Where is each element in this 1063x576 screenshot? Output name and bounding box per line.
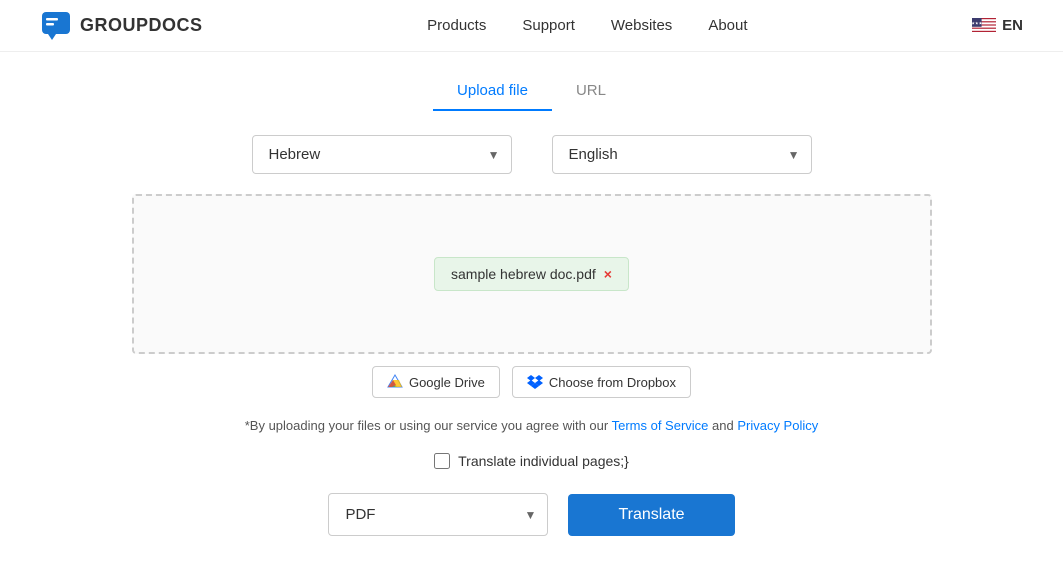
lang-code: EN <box>1002 17 1023 34</box>
terms-text: *By uploading your files or using our se… <box>245 418 819 433</box>
format-select-wrapper: PDF DOCX TXT HTML ▼ <box>328 493 548 536</box>
file-remove-button[interactable]: × <box>604 267 612 281</box>
google-drive-label: Google Drive <box>409 375 485 390</box>
format-select[interactable]: PDF DOCX TXT HTML <box>328 493 548 536</box>
translate-pages-label: Translate individual pages;} <box>458 453 629 469</box>
flag-icon: ★★★ <box>972 18 996 34</box>
dropbox-icon <box>527 374 543 390</box>
tab-upload-file[interactable]: Upload file <box>433 72 552 111</box>
terms-between: and <box>708 418 737 433</box>
translate-button[interactable]: Translate <box>568 494 734 536</box>
nav-websites[interactable]: Websites <box>611 17 672 34</box>
source-language-wrapper: Hebrew English French German Spanish ▼ <box>252 135 512 174</box>
tab-url[interactable]: URL <box>552 72 630 111</box>
nav-support[interactable]: Support <box>522 17 575 34</box>
file-name: sample hebrew doc.pdf <box>451 266 596 282</box>
translate-pages-checkbox[interactable] <box>434 453 450 469</box>
language-selector[interactable]: ★★★ EN <box>972 17 1023 34</box>
logo-text: GROUPDOCS <box>80 15 203 36</box>
logo-area: GROUPDOCS <box>40 10 203 42</box>
tab-bar: Upload file URL <box>433 72 630 111</box>
nav-products[interactable]: Products <box>427 17 486 34</box>
bottom-controls: PDF DOCX TXT HTML ▼ Translate <box>328 493 734 536</box>
header: GROUPDOCS Products Support Websites Abou… <box>0 0 1063 52</box>
target-language-wrapper: English Hebrew French German Spanish ▼ <box>552 135 812 174</box>
terms-of-service-link[interactable]: Terms of Service <box>612 418 709 433</box>
nav-about[interactable]: About <box>708 17 747 34</box>
language-selectors: Hebrew English French German Spanish ▼ E… <box>182 135 882 174</box>
file-chip: sample hebrew doc.pdf × <box>434 257 629 291</box>
dropbox-button[interactable]: Choose from Dropbox <box>512 366 691 398</box>
google-drive-icon <box>387 374 403 390</box>
privacy-policy-link[interactable]: Privacy Policy <box>737 418 818 433</box>
main-content: Upload file URL Hebrew English French Ge… <box>0 52 1063 576</box>
target-language-select[interactable]: English Hebrew French German Spanish <box>552 135 812 174</box>
dropbox-label: Choose from Dropbox <box>549 375 676 390</box>
terms-prefix: *By uploading your files or using our se… <box>245 418 612 433</box>
checkbox-row: Translate individual pages;} <box>434 453 629 469</box>
logo-icon <box>40 10 72 42</box>
google-drive-button[interactable]: Google Drive <box>372 366 500 398</box>
svg-text:★★★: ★★★ <box>972 20 983 25</box>
source-language-select[interactable]: Hebrew English French German Spanish <box>252 135 512 174</box>
nav: Products Support Websites About <box>427 17 747 34</box>
cloud-buttons: Google Drive Choose from Dropbox <box>372 366 691 398</box>
file-drop-zone[interactable]: sample hebrew doc.pdf × <box>132 194 932 354</box>
